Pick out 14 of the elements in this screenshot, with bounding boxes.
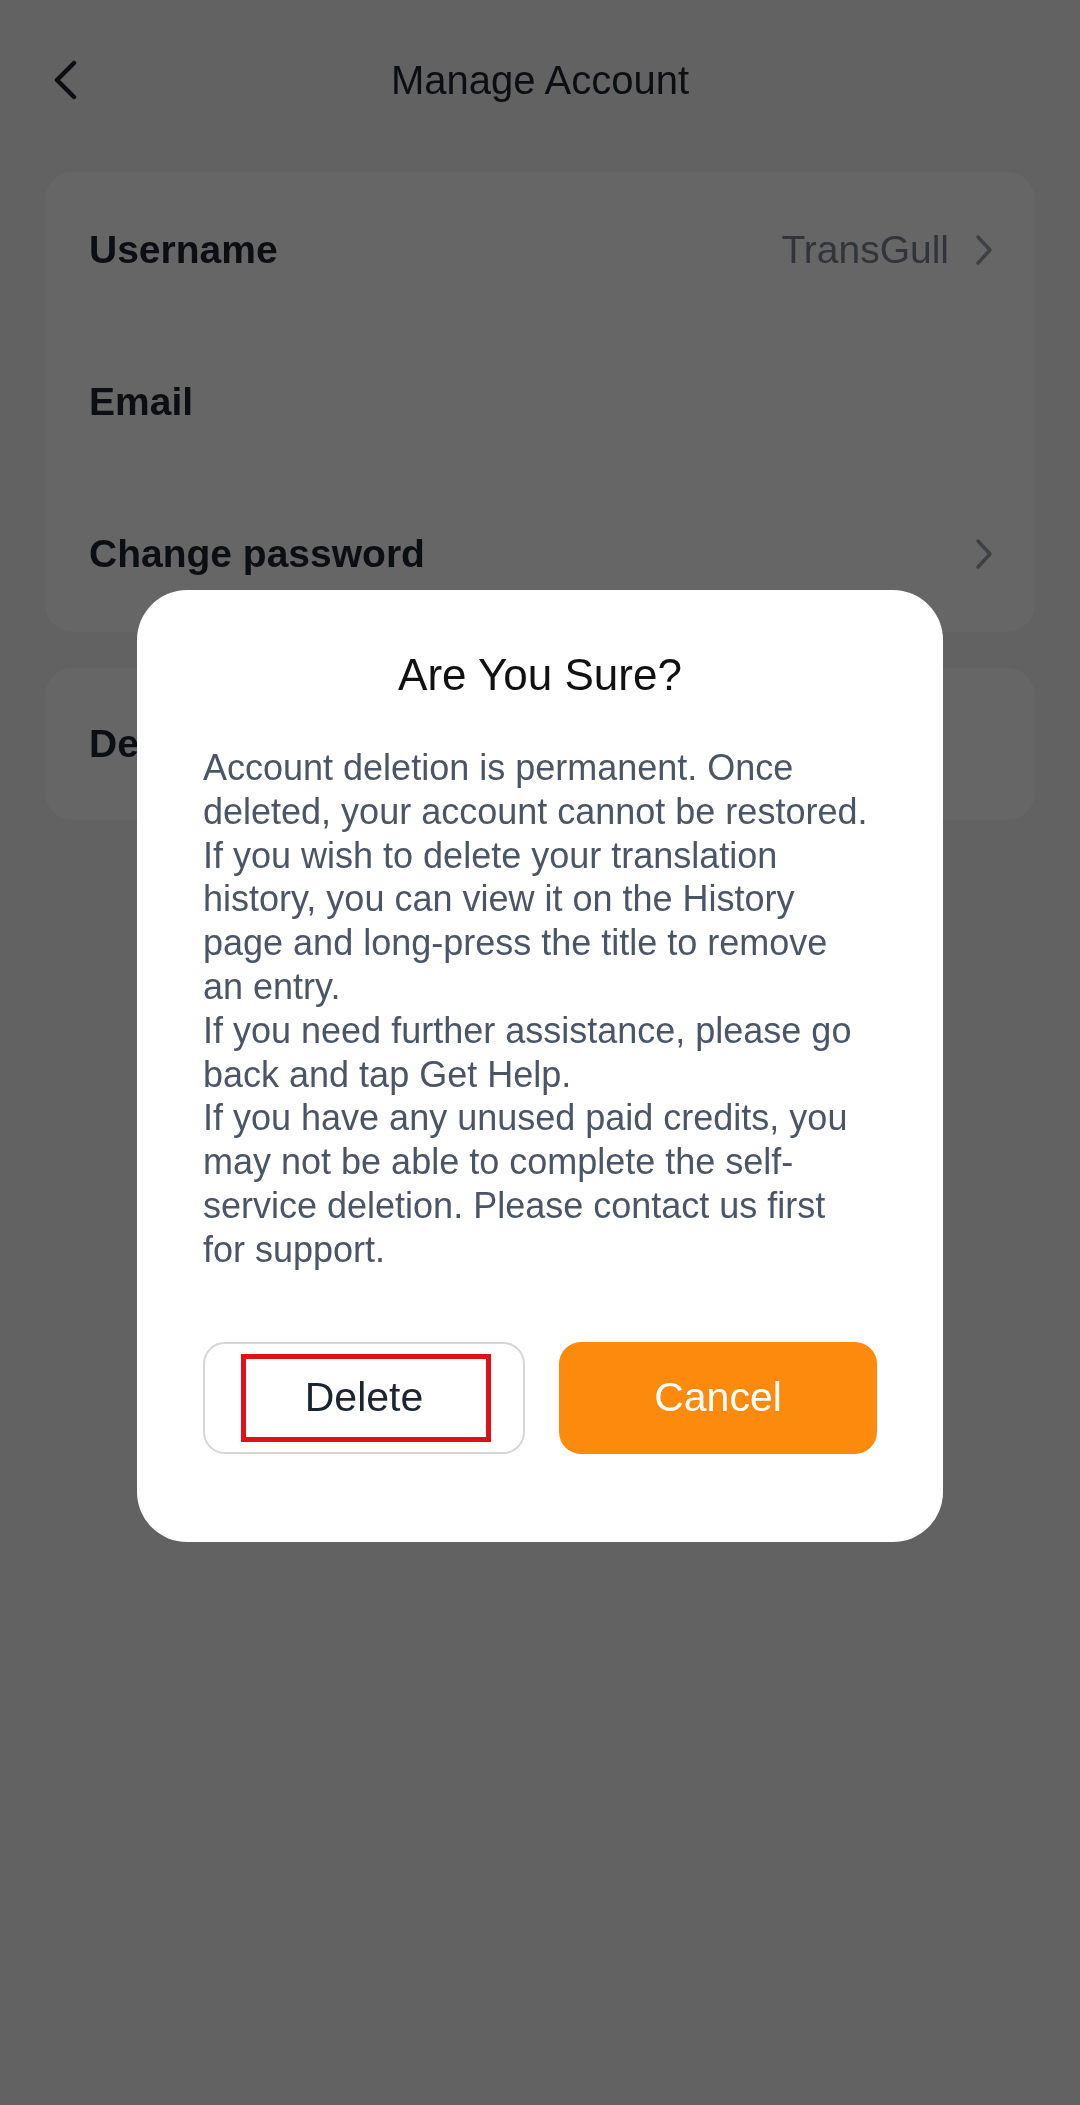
dialog-message: Account deletion is permanent. Once deleted, your account cannot be restored.	[203, 746, 869, 834]
dialog-title: Are You Sure?	[397, 650, 683, 700]
back-icon[interactable]	[52, 60, 78, 100]
row-label: Email	[89, 380, 194, 424]
account-row[interactable]: Email	[45, 326, 1035, 478]
cancel-button[interactable]: Cancel	[559, 1341, 877, 1454]
page-title: Manage Account	[391, 57, 689, 103]
row-label: Change password	[89, 532, 425, 576]
row-label: Username	[89, 228, 278, 272]
dialog-message: If you need further assistance, please go back and tap Get Help.	[203, 1008, 853, 1097]
dialog-message: If you have any unused paid credits, you may not be able to complete the self-service deletion. Please contact us first for support.	[203, 1096, 849, 1272]
dialog-message: If you wish to delete your translation history, you can view it on the History page and long-press the title to remove an entry.	[203, 833, 829, 1009]
delete-button[interactable]: Delete	[203, 1341, 525, 1454]
account-row[interactable]: Change password	[45, 478, 1035, 630]
